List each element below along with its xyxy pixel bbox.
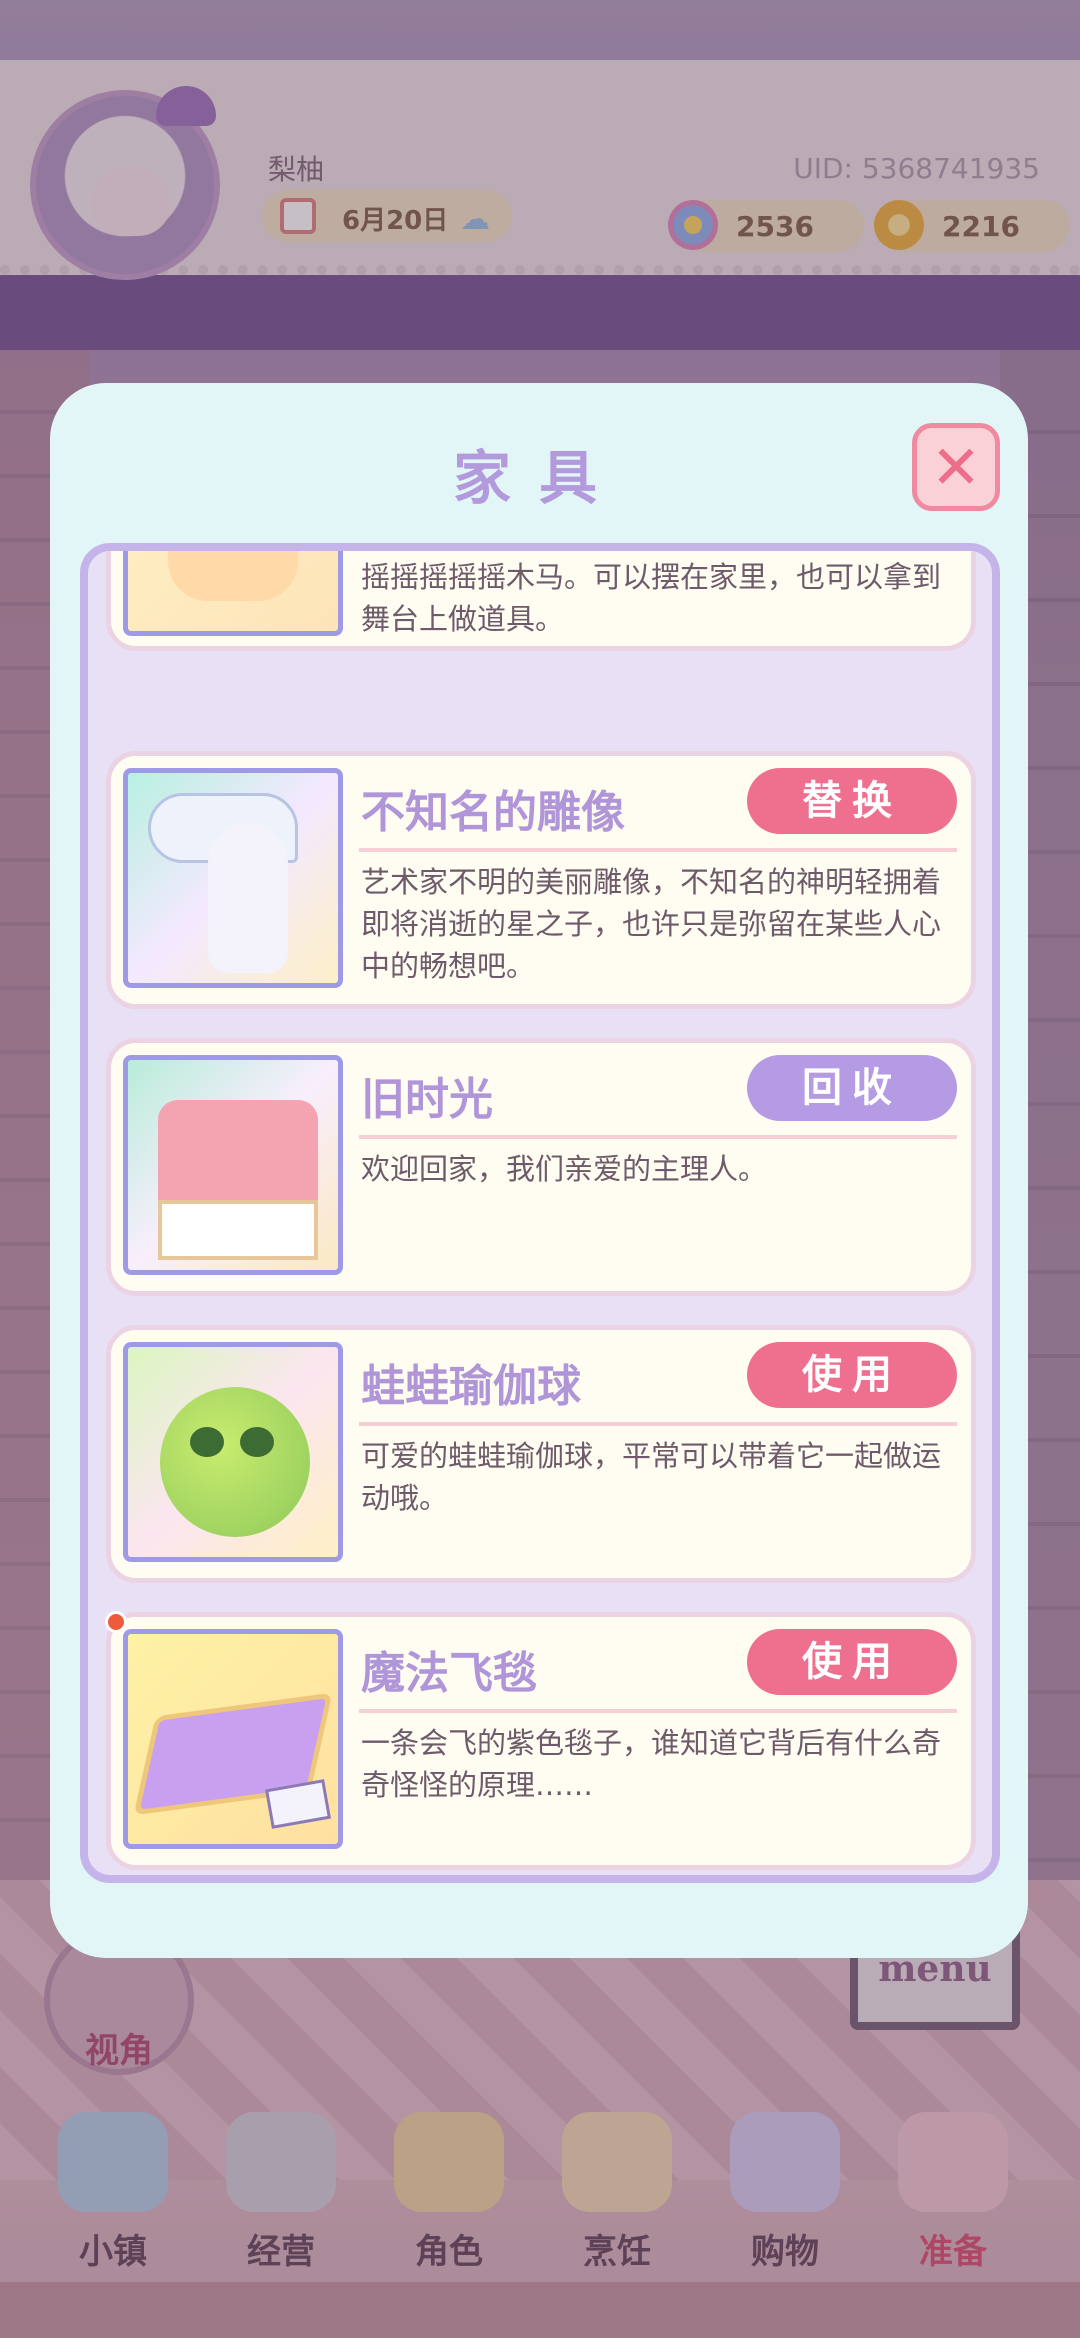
furniture-desc: 可爱的蛙蛙瑜伽球，平常可以带着它一起做运动哦。 [361,1439,942,1515]
furniture-desc: 欢迎回家，我们亲爱的主理人。 [361,1152,768,1186]
replace-button[interactable]: 替换 [747,768,957,834]
furniture-card-frog-ball: 蛙蛙瑜伽球 使用 可爱的蛙蛙瑜伽球，平常可以带着它一起做运动哦。 [106,1325,976,1583]
dialog-title: 家具 [452,444,625,512]
rocking-horse-body [168,551,298,601]
furniture-desc: 一条会飞的紫色毯子，谁知道它背后有什么奇奇怪怪的原理…… [361,1726,942,1802]
new-badge-dot [105,1611,127,1633]
divider [359,848,957,852]
frog-eye-icon [240,1427,274,1457]
furniture-name: 魔法飞毯 [361,1648,537,1699]
furniture-list[interactable]: 摇摇摇摇摇木马。可以摆在家里，也可以拿到舞台上做道具。 不知名的雕像 替换 艺术… [80,543,1000,1883]
frog-yoga-ball-thumbnail [123,1342,343,1562]
furniture-name: 蛙蛙瑜伽球 [361,1361,581,1412]
use-button[interactable]: 使用 [747,1629,957,1695]
frog-eye-icon [190,1427,224,1457]
divider [359,1135,957,1139]
close-x-icon: ✕ [930,433,982,503]
stage-curtain [158,1100,318,1200]
close-button[interactable]: ✕ [912,423,1000,511]
furniture-dialog: 家具 ✕ 摇摇摇摇摇木马。可以摆在家里，也可以拿到舞台上做道具。 不知名的雕像 … [50,383,1028,1958]
furniture-card-magic-carpet: 魔法飞毯 使用 一条会飞的紫色毯子，谁知道它背后有什么奇奇怪怪的原理…… [105,1611,976,1870]
furniture-name: 旧时光 [361,1074,493,1125]
furniture-desc: 摇摇摇摇摇木马。可以摆在家里，也可以拿到舞台上做道具。 [361,560,942,636]
frog-ball [160,1387,310,1537]
divider [359,1709,957,1713]
furniture-card-old-times: 旧时光 回收 欢迎回家，我们亲爱的主理人。 [106,1038,976,1296]
rocking-horse-thumbnail [123,551,343,636]
furniture-card-rocking-horse: 摇摇摇摇摇木马。可以摆在家里，也可以拿到舞台上做道具。 [106,551,976,651]
recycle-button[interactable]: 回收 [747,1055,957,1121]
furniture-card-statue: 不知名的雕像 替换 艺术家不明的美丽雕像，不知名的神明轻拥着即将消逝的星之子，也… [106,751,976,1009]
magic-carpet-thumbnail [123,1629,343,1849]
use-button[interactable]: 使用 [747,1342,957,1408]
divider [359,1422,957,1426]
furniture-desc: 艺术家不明的美丽雕像，不知名的神明轻拥着即将消逝的星之子，也许只是弥留在某些人心… [361,865,942,983]
stage-base [158,1200,318,1260]
statue-thumbnail [123,768,343,988]
furniture-name: 不知名的雕像 [361,787,625,838]
statue-figure [208,823,288,973]
old-times-thumbnail [123,1055,343,1275]
